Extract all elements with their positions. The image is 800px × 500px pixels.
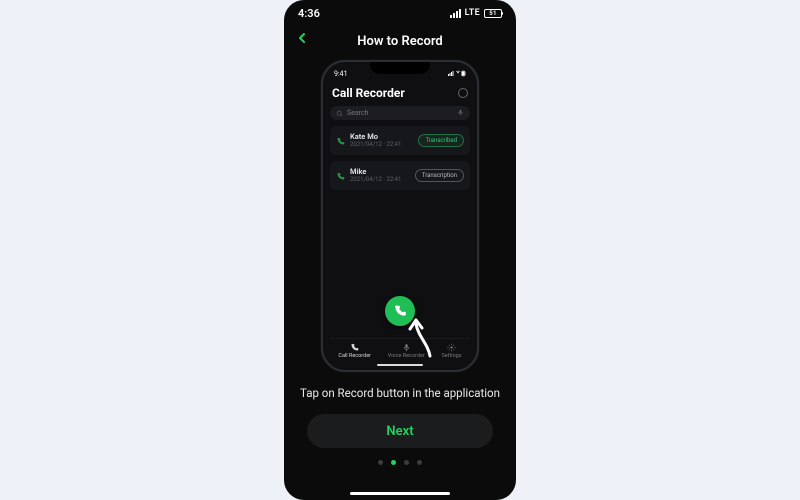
status-right: LTE 51 — [450, 8, 502, 18]
call-date: 2021/04/12 · 22:41 — [350, 177, 401, 183]
page-dot[interactable] — [378, 460, 383, 465]
help-icon — [458, 88, 468, 98]
page-indicator — [378, 460, 422, 465]
inner-header: Call Recorder — [330, 86, 470, 100]
tab-settings: Settings — [442, 343, 462, 359]
mic-icon — [457, 109, 464, 118]
page-dot[interactable] — [404, 460, 409, 465]
inner-app-title: Call Recorder — [332, 86, 405, 100]
network-label: LTE — [465, 8, 480, 18]
call-texts: Kate Mo 2021/04/12 · 22:41 — [350, 133, 401, 149]
signal-icon — [450, 9, 461, 18]
status-bar: 4:36 LTE 51 — [284, 0, 516, 26]
inner-status-icons — [448, 70, 466, 79]
tab-label: Settings — [442, 353, 462, 359]
tutorial-phone-illustration: 9:41 Call Recorder Search Kate Mo — [321, 60, 479, 372]
gear-icon — [447, 343, 456, 352]
call-icon — [336, 166, 345, 185]
home-indicator[interactable] — [350, 492, 450, 495]
status-time: 4:36 — [298, 7, 320, 20]
call-texts: Mike 2021/04/12 · 22:41 — [350, 168, 401, 184]
phone-icon — [350, 343, 359, 352]
search-placeholder: Search — [347, 109, 369, 117]
inner-tabbar: Call Recorder Voice Recorder Settings — [330, 338, 470, 361]
page-dot[interactable] — [391, 460, 396, 465]
phone-icon — [393, 304, 407, 318]
content: 9:41 Call Recorder Search Kate Mo — [284, 56, 516, 482]
nav-bar: How to Record — [284, 26, 516, 56]
tab-label: Voice Recorder — [388, 353, 425, 359]
back-button[interactable] — [294, 30, 310, 50]
record-button — [385, 296, 415, 326]
tab-label: Call Recorder — [338, 353, 371, 359]
call-row: Mike 2021/04/12 · 22:41 Transcription — [330, 161, 470, 190]
inner-status-time: 9:41 — [334, 70, 348, 78]
search-icon — [336, 110, 343, 117]
mic-icon — [402, 343, 411, 352]
chevron-left-icon — [294, 30, 310, 46]
tab-call-recorder: Call Recorder — [338, 343, 371, 359]
next-button[interactable]: Next — [307, 414, 493, 448]
device-screen: 4:36 LTE 51 How to Record 9:41 Call Reco… — [284, 0, 516, 500]
status-badge: Transcribed — [418, 134, 464, 147]
tab-voice-recorder: Voice Recorder — [388, 343, 425, 359]
search-input: Search — [330, 106, 470, 120]
call-date: 2021/04/12 · 22:41 — [350, 142, 401, 148]
call-icon — [336, 131, 345, 150]
page-title: How to Record — [357, 34, 442, 49]
battery-icon: 51 — [484, 9, 502, 18]
notch — [370, 62, 430, 74]
call-name: Mike — [350, 168, 401, 176]
status-badge: Transcription — [415, 169, 464, 182]
instruction-text: Tap on Record button in the application — [300, 386, 500, 400]
inner-home-indicator — [377, 364, 423, 367]
page-dot[interactable] — [417, 460, 422, 465]
call-name: Kate Mo — [350, 133, 401, 141]
call-row: Kate Mo 2021/04/12 · 22:41 Transcribed — [330, 126, 470, 155]
